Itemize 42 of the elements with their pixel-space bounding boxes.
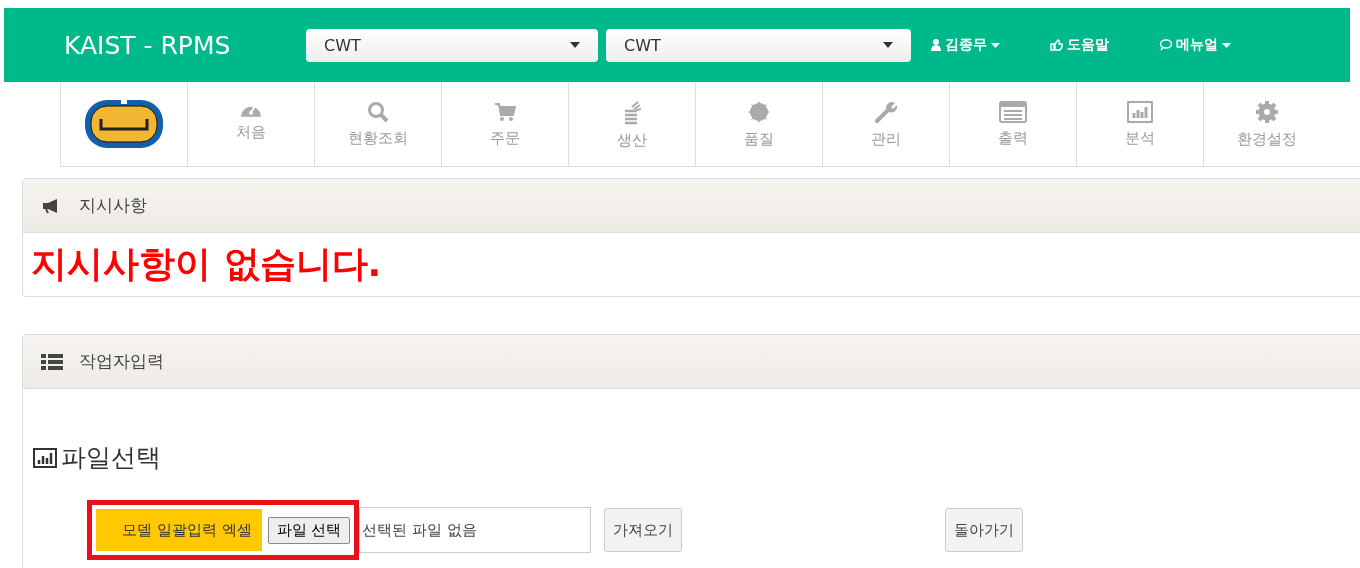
bar-chart-icon [1127, 100, 1153, 123]
nav-tab[interactable]: 현황조회 [315, 82, 442, 166]
nav-tab[interactable]: 관리 [823, 82, 950, 166]
select-dropdown[interactable]: CWT [306, 28, 598, 62]
wrench-icon [874, 99, 898, 124]
panel-title: 작업자입력 [79, 350, 164, 373]
caret-icon [570, 42, 580, 48]
select-dropdown[interactable]: CWT [606, 28, 911, 62]
back-button[interactable]: 돌아가기 [945, 508, 1024, 552]
app-title: KAIST - RPMS [64, 30, 232, 60]
user-icon [931, 39, 941, 51]
file-field[interactable]: 선택된 파일 없음 [359, 507, 592, 553]
settings-icon [1255, 99, 1279, 124]
nav-tab[interactable]: 주문 [442, 82, 569, 166]
user-menu[interactable]: 김종무 [931, 36, 1000, 54]
bar-chart-icon [33, 447, 57, 468]
speech-bubble-icon [1159, 39, 1172, 51]
gauge-icon [240, 106, 262, 117]
help-link[interactable]: 도움말 [1050, 36, 1109, 54]
caret-icon [883, 42, 893, 48]
caret-icon [991, 42, 1000, 48]
notice-message: 지시사항이 없습니다. [31, 242, 382, 286]
section-title: 파일선택 [61, 442, 161, 474]
thumbs-up-icon [1050, 39, 1063, 51]
nav-tab[interactable]: 생산 [569, 82, 696, 166]
list-icon [999, 100, 1027, 123]
nav-tab[interactable]: 품질 [696, 82, 823, 166]
cart-icon [494, 100, 516, 123]
nav-tab[interactable]: 출력 [950, 82, 1077, 166]
nav-tab[interactable]: 분석 [1077, 82, 1204, 166]
caret-icon [1222, 42, 1231, 48]
list-icon [41, 353, 63, 370]
nav-tab[interactable]: 환경설정 [1204, 82, 1330, 166]
nav-tab[interactable]: 처음 [188, 82, 315, 166]
badge-icon [747, 99, 771, 124]
manual-menu[interactable]: 메뉴얼 [1159, 36, 1231, 54]
panel-title: 지시사항 [79, 194, 147, 217]
file-label: 모델 일괄입력 엑셀 [96, 509, 262, 551]
stack-icon [622, 98, 642, 125]
search-icon [367, 100, 389, 123]
import-button[interactable]: 가져오기 [604, 508, 683, 552]
file-button[interactable]: 파일 선택 [267, 516, 351, 544]
